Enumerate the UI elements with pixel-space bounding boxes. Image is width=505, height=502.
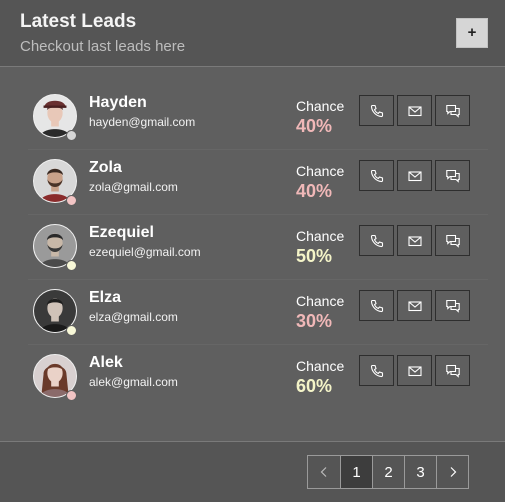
lead-row: Elza elza@gmail.com Chance 30%	[28, 280, 488, 345]
lead-email: ezequiel@gmail.com	[89, 245, 201, 259]
lead-name: Zola	[89, 159, 122, 176]
chance-label: Chance	[296, 358, 345, 374]
status-dot	[66, 325, 77, 336]
add-lead-button[interactable]: +	[456, 18, 488, 48]
mail-icon	[407, 103, 423, 119]
phone-icon	[369, 363, 385, 379]
page-button-2[interactable]: 2	[372, 456, 404, 488]
lead-actions	[359, 355, 470, 386]
chat-icon	[445, 298, 461, 314]
mail-icon	[407, 363, 423, 379]
card-title: Latest Leads	[20, 11, 137, 32]
chance-value: 30%	[296, 311, 333, 331]
prev-page-button[interactable]	[308, 456, 340, 488]
card-footer: 123	[0, 441, 505, 502]
mail-button[interactable]	[397, 160, 432, 191]
lead-row: Hayden hayden@gmail.com Chance 40%	[28, 85, 488, 150]
mail-icon	[407, 233, 423, 249]
chance-label: Chance	[296, 163, 345, 179]
lead-email: hayden@gmail.com	[89, 115, 196, 129]
mail-button[interactable]	[397, 290, 432, 321]
mail-button[interactable]	[397, 95, 432, 126]
status-dot	[66, 390, 77, 401]
chance-value: 40%	[296, 116, 333, 136]
chat-icon	[445, 233, 461, 249]
chat-button[interactable]	[435, 290, 470, 321]
lead-actions	[359, 95, 470, 126]
phone-button[interactable]	[359, 290, 394, 321]
chat-button[interactable]	[435, 95, 470, 126]
phone-icon	[369, 298, 385, 314]
status-dot	[66, 130, 77, 141]
next-page-button[interactable]	[436, 456, 468, 488]
status-dot	[66, 260, 77, 271]
phone-icon	[369, 168, 385, 184]
card-header: Latest Leads Checkout last leads here +	[0, 0, 505, 67]
chance-label: Chance	[296, 98, 345, 114]
chance-label: Chance	[296, 228, 345, 244]
lead-actions	[359, 290, 470, 321]
chat-button[interactable]	[435, 355, 470, 386]
lead-name: Elza	[89, 289, 122, 306]
phone-button[interactable]	[359, 225, 394, 256]
lead-row: Ezequiel ezequiel@gmail.com Chance 50%	[28, 215, 488, 280]
phone-button[interactable]	[359, 355, 394, 386]
chevron-left-icon	[318, 466, 330, 478]
page-button-3[interactable]: 3	[404, 456, 436, 488]
chat-icon	[445, 168, 461, 184]
lead-name: Alek	[89, 354, 123, 371]
page-button-1[interactable]: 1	[340, 456, 372, 488]
chevron-right-icon	[447, 466, 459, 478]
chance-value: 50%	[296, 246, 333, 266]
chat-icon	[445, 103, 461, 119]
phone-icon	[369, 233, 385, 249]
chat-icon	[445, 363, 461, 379]
lead-name: Ezequiel	[89, 224, 154, 241]
phone-icon	[369, 103, 385, 119]
latest-leads-card: Latest Leads Checkout last leads here + …	[0, 0, 505, 502]
status-dot	[66, 195, 77, 206]
mail-icon	[407, 168, 423, 184]
mail-icon	[407, 298, 423, 314]
lead-actions	[359, 225, 470, 256]
lead-name: Hayden	[89, 94, 147, 111]
chance-value: 60%	[296, 376, 333, 396]
leads-list: Hayden hayden@gmail.com Chance 40% Zola zola@…	[28, 85, 488, 409]
mail-button[interactable]	[397, 225, 432, 256]
chance-value: 40%	[296, 181, 333, 201]
chat-button[interactable]	[435, 160, 470, 191]
pagination: 123	[307, 455, 469, 489]
lead-row: Zola zola@gmail.com Chance 40%	[28, 150, 488, 215]
mail-button[interactable]	[397, 355, 432, 386]
lead-email: alek@gmail.com	[89, 375, 178, 389]
chat-button[interactable]	[435, 225, 470, 256]
lead-actions	[359, 160, 470, 191]
lead-email: zola@gmail.com	[89, 180, 178, 194]
lead-row: Alek alek@gmail.com Chance 60%	[28, 345, 488, 409]
chance-label: Chance	[296, 293, 345, 309]
phone-button[interactable]	[359, 95, 394, 126]
phone-button[interactable]	[359, 160, 394, 191]
lead-email: elza@gmail.com	[89, 310, 178, 324]
card-subtitle: Checkout last leads here	[20, 38, 186, 55]
